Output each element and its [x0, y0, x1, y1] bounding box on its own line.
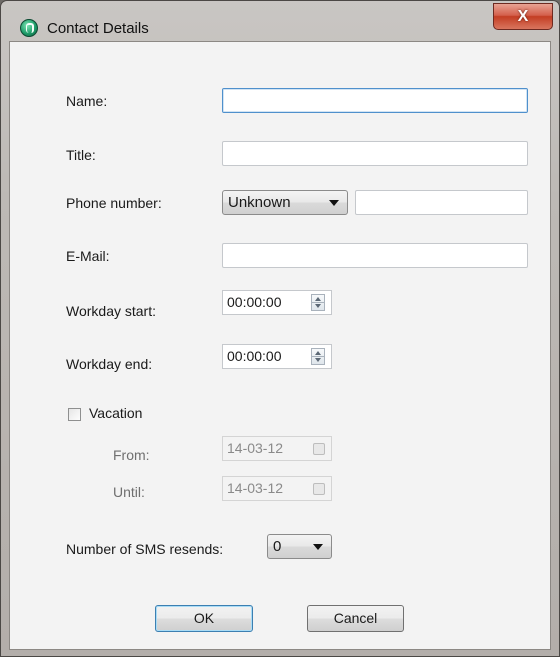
name-input[interactable] — [222, 88, 528, 113]
vacation-until-label: Until: — [113, 484, 145, 500]
sms-resends-label: Number of SMS resends: — [66, 541, 224, 557]
email-label: E-Mail: — [66, 248, 110, 264]
workday-start-time-picker[interactable]: 00:00:00 — [222, 290, 332, 315]
close-icon: X — [517, 8, 529, 25]
calendar-icon — [313, 443, 325, 455]
phone-number-input[interactable] — [355, 190, 528, 215]
cancel-button[interactable]: Cancel — [307, 605, 404, 632]
vacation-checkbox[interactable] — [68, 408, 81, 421]
sms-resends-value: 0 — [273, 538, 282, 555]
dialog-body: Name: Title: Phone number: Unknown E-Mai… — [9, 41, 551, 650]
workday-start-label: Workday start: — [66, 303, 156, 319]
spin-updown-icon[interactable] — [311, 294, 325, 311]
contact-app-icon — [20, 19, 38, 37]
vacation-label[interactable]: Vacation — [89, 405, 142, 421]
workday-end-time-picker[interactable]: 00:00:00 — [222, 344, 332, 369]
ok-button[interactable]: OK — [155, 605, 253, 632]
vacation-from-value: 14-03-12 — [227, 440, 284, 456]
contact-details-window: Contact Details X Name: Title: Phone num… — [0, 0, 560, 657]
calendar-icon — [313, 483, 325, 495]
workday-start-value: 00:00:00 — [227, 294, 282, 310]
vacation-from-label: From: — [113, 447, 150, 463]
title-bar[interactable]: Contact Details X — [1, 1, 559, 41]
workday-end-label: Workday end: — [66, 356, 153, 372]
phone-type-value: Unknown — [228, 194, 291, 211]
title-label: Title: — [66, 147, 96, 163]
close-button[interactable]: X — [493, 3, 553, 30]
sms-resends-dropdown[interactable]: 0 — [267, 534, 332, 559]
workday-end-value: 00:00:00 — [227, 348, 282, 364]
window-title: Contact Details — [47, 20, 149, 37]
email-input[interactable] — [222, 243, 528, 268]
chevron-down-icon — [313, 544, 323, 550]
vacation-from-date-picker: 14-03-12 — [222, 436, 332, 461]
vacation-until-date-picker: 14-03-12 — [222, 476, 332, 501]
title-input[interactable] — [222, 141, 528, 166]
vacation-until-value: 14-03-12 — [227, 480, 284, 496]
chevron-down-icon — [329, 200, 339, 206]
name-label: Name: — [66, 93, 108, 109]
spin-updown-icon[interactable] — [311, 348, 325, 365]
phone-number-label: Phone number: — [66, 195, 162, 211]
phone-type-dropdown[interactable]: Unknown — [222, 190, 348, 215]
